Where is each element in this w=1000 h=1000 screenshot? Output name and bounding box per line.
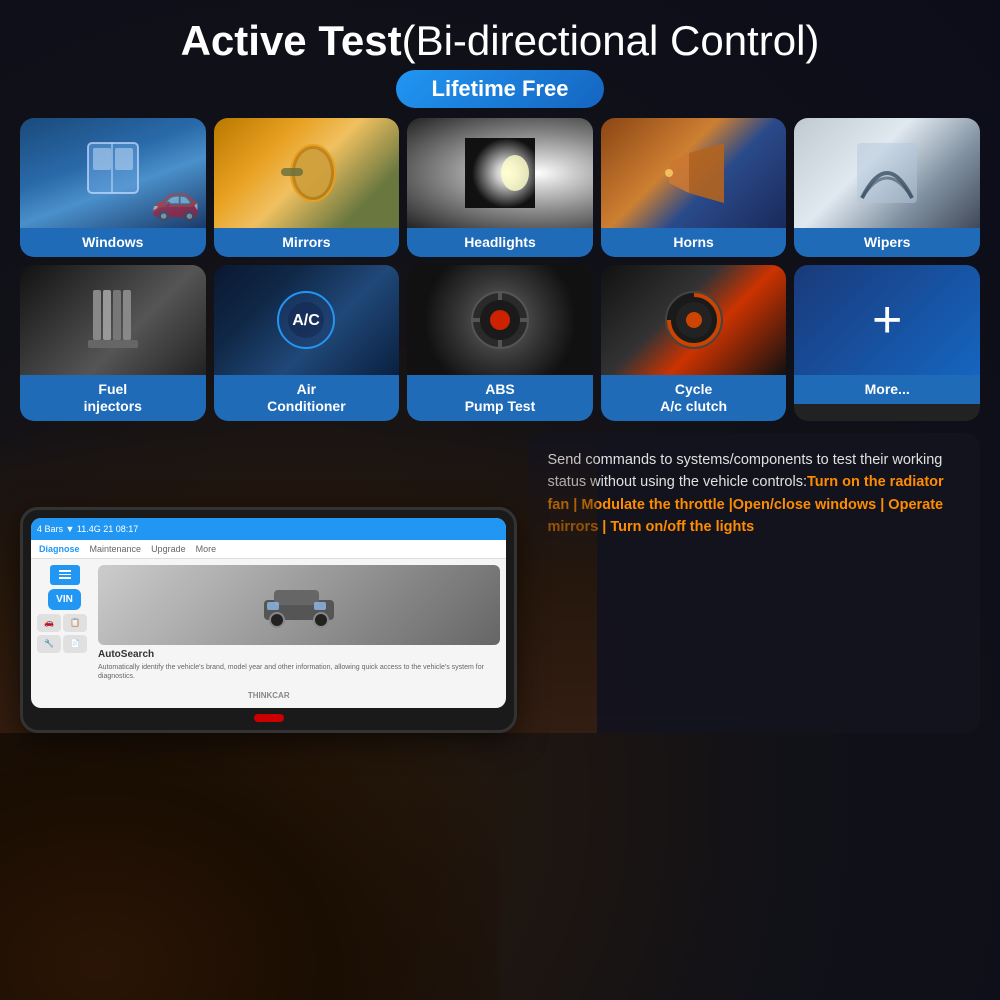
lifetime-badge: Lifetime Free: [396, 70, 605, 108]
horns-label: Horns: [601, 228, 787, 257]
cycle-label: Cycle A/c clutch: [601, 375, 787, 421]
tablet-status-bar: 4 Bars ▼ 11.4G 21 08:17: [31, 518, 506, 540]
vin-button[interactable]: VIN: [48, 589, 81, 610]
feature-card-mirrors[interactable]: Mirrors: [214, 118, 400, 257]
windows-image: [20, 118, 206, 228]
abs-label: ABS Pump Test: [407, 375, 593, 421]
feature-card-horns[interactable]: Horns: [601, 118, 787, 257]
main-title: Active Test(Bi-directional Control): [20, 18, 980, 64]
fuel-image: [20, 265, 206, 375]
sidebar-icons: 🚗 📋 🔧 📄: [37, 614, 92, 653]
tablet-nav-more[interactable]: More: [196, 544, 217, 554]
feature-card-ac[interactable]: A/C Air Conditioner: [214, 265, 400, 421]
hamburger-icon: [50, 565, 80, 585]
windows-label: Windows: [20, 228, 206, 257]
more-plus-icon: +: [872, 294, 902, 346]
feature-card-headlights[interactable]: Headlights: [407, 118, 593, 257]
mirrors-label: Mirrors: [214, 228, 400, 257]
tablet-brand-label: THINKCAR: [31, 691, 506, 700]
tablet-nav-diagnose[interactable]: Diagnose: [39, 544, 80, 554]
cycle-image: [601, 265, 787, 375]
feature-card-windows[interactable]: Windows: [20, 118, 206, 257]
feature-card-wipers[interactable]: Wipers: [794, 118, 980, 257]
feature-card-abs[interactable]: ABS Pump Test: [407, 265, 593, 421]
sidebar-icon-car: 🚗: [37, 614, 61, 632]
abs-image: [407, 265, 593, 375]
more-image: +: [794, 265, 980, 375]
feature-grid-top: Windows Mirrors Headlights: [20, 118, 980, 257]
wipers-label: Wipers: [794, 228, 980, 257]
ac-image: A/C: [214, 265, 400, 375]
tablet-sidebar: VIN 🚗 📋 🔧 📄: [37, 565, 92, 681]
tablet-home-button[interactable]: [254, 714, 284, 722]
tablet-nav-upgrade[interactable]: Upgrade: [151, 544, 186, 554]
tablet-status-time: 4 Bars ▼ 11.4G 21 08:17: [37, 524, 138, 534]
horns-image: [601, 118, 787, 228]
feature-card-fuel[interactable]: Fuel injectors: [20, 265, 206, 421]
bottom-section: 4 Bars ▼ 11.4G 21 08:17 Diagnose Mainten…: [20, 433, 980, 733]
tablet-car-image: [98, 565, 500, 645]
title-paren: (Bi-directional Control): [402, 17, 820, 64]
wipers-image: [794, 118, 980, 228]
tablet-nav-maintenance[interactable]: Maintenance: [90, 544, 142, 554]
fuel-label: Fuel injectors: [20, 375, 206, 421]
tablet-autosearch-desc: Automatically identify the vehicle's bra…: [98, 663, 500, 681]
tablet-main-content: AutoSearch Automatically identify the ve…: [98, 565, 500, 681]
title-bold: Active Test: [181, 17, 402, 64]
title-section: Active Test(Bi-directional Control) Life…: [20, 18, 980, 108]
feature-card-cycle[interactable]: Cycle A/c clutch: [601, 265, 787, 421]
tablet-autosearch-title: AutoSearch: [98, 649, 500, 660]
sidebar-icon-doc: 📄: [63, 635, 87, 653]
tablet-screen: 4 Bars ▼ 11.4G 21 08:17 Diagnose Mainten…: [31, 518, 506, 708]
sidebar-icon-tool: 🔧: [37, 635, 61, 653]
tablet-device: 4 Bars ▼ 11.4G 21 08:17 Diagnose Mainten…: [20, 507, 517, 733]
feature-grid-bottom: Fuel injectors A/C Air Conditioner ABS P…: [20, 265, 980, 421]
ac-label: Air Conditioner: [214, 375, 400, 421]
headlights-label: Headlights: [407, 228, 593, 257]
headlights-image: [407, 118, 593, 228]
svg-text:A/C: A/C: [293, 312, 321, 329]
tablet-body: VIN 🚗 📋 🔧 📄: [31, 559, 506, 687]
feature-card-more[interactable]: + More...: [794, 265, 980, 421]
mirrors-image: [214, 118, 400, 228]
sidebar-icon-diag: 📋: [63, 614, 87, 632]
tablet-nav: Diagnose Maintenance Upgrade More: [31, 540, 506, 559]
tablet-container: 4 Bars ▼ 11.4G 21 08:17 Diagnose Mainten…: [20, 433, 517, 733]
more-label: More...: [794, 375, 980, 404]
description-box: Send commands to systems/components to t…: [529, 433, 980, 733]
